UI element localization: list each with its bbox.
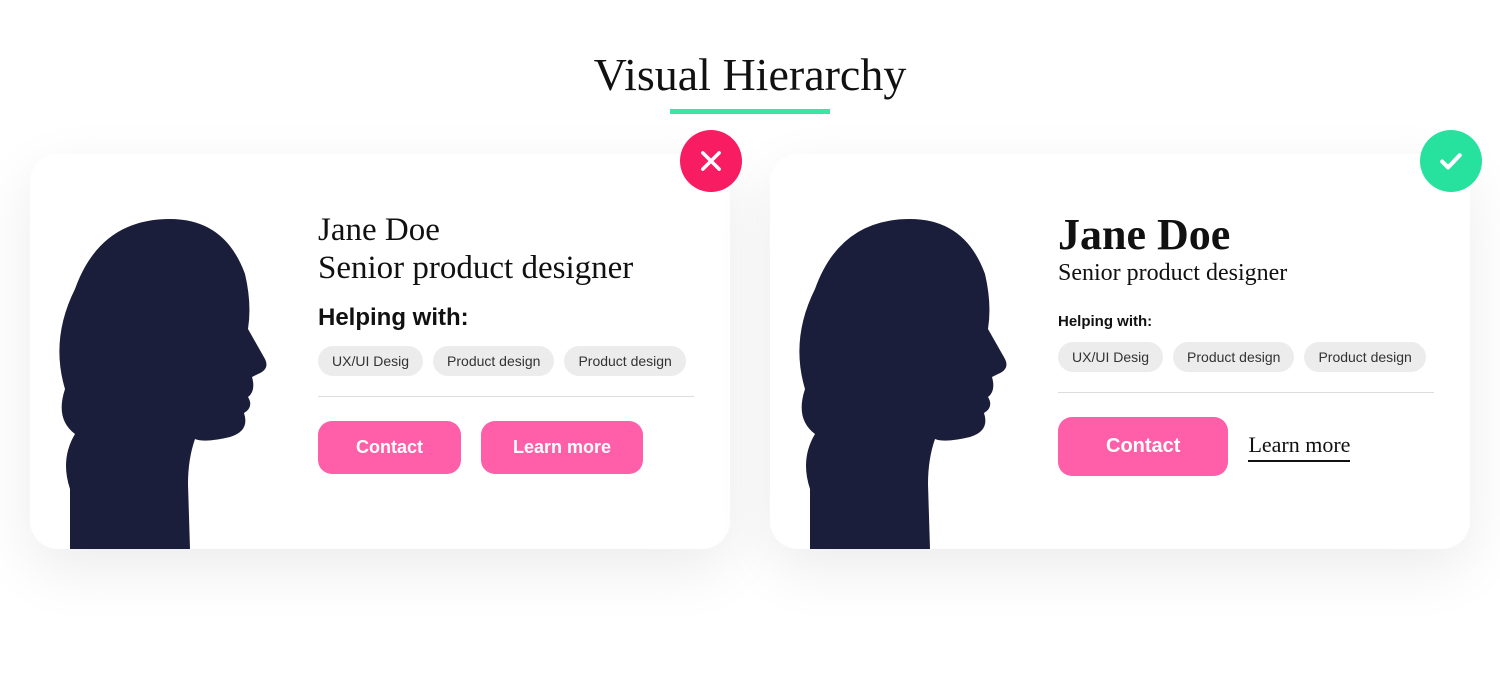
card-actions: Contact Learn more	[1058, 417, 1434, 476]
card-actions: Contact Learn more	[318, 421, 694, 474]
card-content: Jane Doe Senior product designer Helping…	[1050, 154, 1470, 549]
skill-tag: Product design	[564, 346, 685, 376]
check-icon	[1420, 130, 1482, 192]
divider	[1058, 392, 1434, 393]
example-card-good: Jane Doe Senior product designer Helping…	[770, 154, 1470, 549]
tag-list: UX/UI Desig Product design Product desig…	[318, 346, 694, 376]
divider	[318, 396, 694, 397]
page-title: Visual Hierarchy	[0, 48, 1500, 101]
learn-more-button[interactable]: Learn more	[481, 421, 643, 474]
card-content: Jane Doe Senior product designer Helping…	[310, 154, 730, 549]
cross-icon	[680, 130, 742, 192]
contact-button[interactable]: Contact	[1058, 417, 1228, 476]
profile-role: Senior product designer	[318, 250, 694, 288]
title-underline	[670, 109, 830, 114]
avatar	[30, 154, 310, 549]
skill-tag: UX/UI Desig	[1058, 342, 1163, 372]
skill-tag: Product design	[1304, 342, 1425, 372]
profile-name: Jane Doe	[1058, 212, 1434, 258]
learn-more-link[interactable]: Learn more	[1248, 432, 1350, 462]
cards-row: Jane Doe Senior product designer Helping…	[0, 154, 1500, 549]
skill-tag: UX/UI Desig	[318, 346, 423, 376]
avatar	[770, 154, 1050, 549]
contact-button[interactable]: Contact	[318, 421, 461, 474]
skill-tag: Product design	[1173, 342, 1294, 372]
tag-list: UX/UI Desig Product design Product desig…	[1058, 342, 1434, 372]
helping-with-label: Helping with:	[318, 304, 694, 332]
skill-tag: Product design	[433, 346, 554, 376]
example-card-bad: Jane Doe Senior product designer Helping…	[30, 154, 730, 549]
profile-role: Senior product designer	[1058, 260, 1434, 287]
profile-name: Jane Doe	[318, 212, 694, 250]
helping-with-label: Helping with:	[1058, 313, 1434, 330]
